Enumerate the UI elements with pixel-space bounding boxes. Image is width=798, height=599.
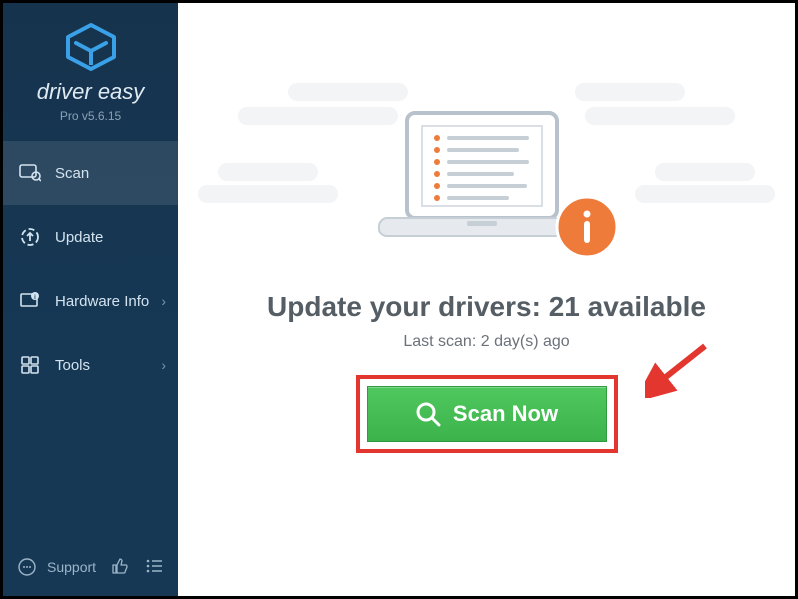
headline-prefix: Update your drivers: — [267, 291, 549, 322]
brand-name: driver easy — [3, 79, 178, 105]
sidebar-item-scan[interactable]: Scan — [3, 141, 178, 205]
chat-icon — [17, 557, 37, 577]
laptop-illustration — [377, 108, 597, 263]
sidebar-item-update[interactable]: Update — [3, 205, 178, 269]
sidebar-item-label: Hardware Info — [55, 293, 149, 310]
sidebar-item-label: Update — [55, 229, 103, 246]
sidebar-item-label: Scan — [55, 165, 89, 182]
chevron-right-icon: › — [161, 293, 166, 309]
tools-icon — [19, 354, 41, 376]
hardware-info-icon: i — [19, 290, 41, 312]
app-window: − ✕ driver easy Pro v5.6.15 Scan — [0, 0, 798, 599]
sidebar-item-tools[interactable]: Tools › — [3, 333, 178, 397]
sidebar: driver easy Pro v5.6.15 Scan Update i — [3, 3, 178, 596]
scan-now-button[interactable]: Scan Now — [367, 386, 607, 442]
scan-highlight-box: Scan Now — [356, 375, 618, 453]
logo-block: driver easy Pro v5.6.15 — [3, 3, 178, 141]
chevron-right-icon: › — [161, 357, 166, 373]
scan-button-label: Scan Now — [453, 401, 558, 427]
search-icon — [415, 401, 441, 427]
support-label: Support — [47, 559, 96, 575]
annotation-arrow — [645, 338, 715, 398]
available-count: 21 — [549, 291, 580, 322]
sidebar-item-label: Tools — [55, 357, 90, 374]
main-content: Update your drivers: 21 available Last s… — [178, 3, 795, 596]
support-link[interactable]: Support — [17, 557, 96, 577]
sidebar-bottom: Support — [3, 538, 178, 596]
headline: Update your drivers: 21 available — [267, 291, 706, 323]
version-label: Pro v5.6.15 — [3, 109, 178, 123]
scan-icon — [19, 162, 41, 184]
info-badge-icon — [555, 195, 619, 259]
last-scan-label: Last scan: 2 day(s) ago — [403, 333, 569, 351]
bottom-icons — [110, 556, 164, 579]
sidebar-nav: Scan Update i Hardware Info › Tools — [3, 141, 178, 397]
thumbs-up-icon[interactable] — [110, 556, 130, 579]
sidebar-item-hardware-info[interactable]: i Hardware Info › — [3, 269, 178, 333]
app-logo-icon — [64, 23, 118, 71]
headline-suffix: available — [580, 291, 706, 322]
list-icon[interactable] — [144, 556, 164, 579]
update-icon — [19, 226, 41, 248]
